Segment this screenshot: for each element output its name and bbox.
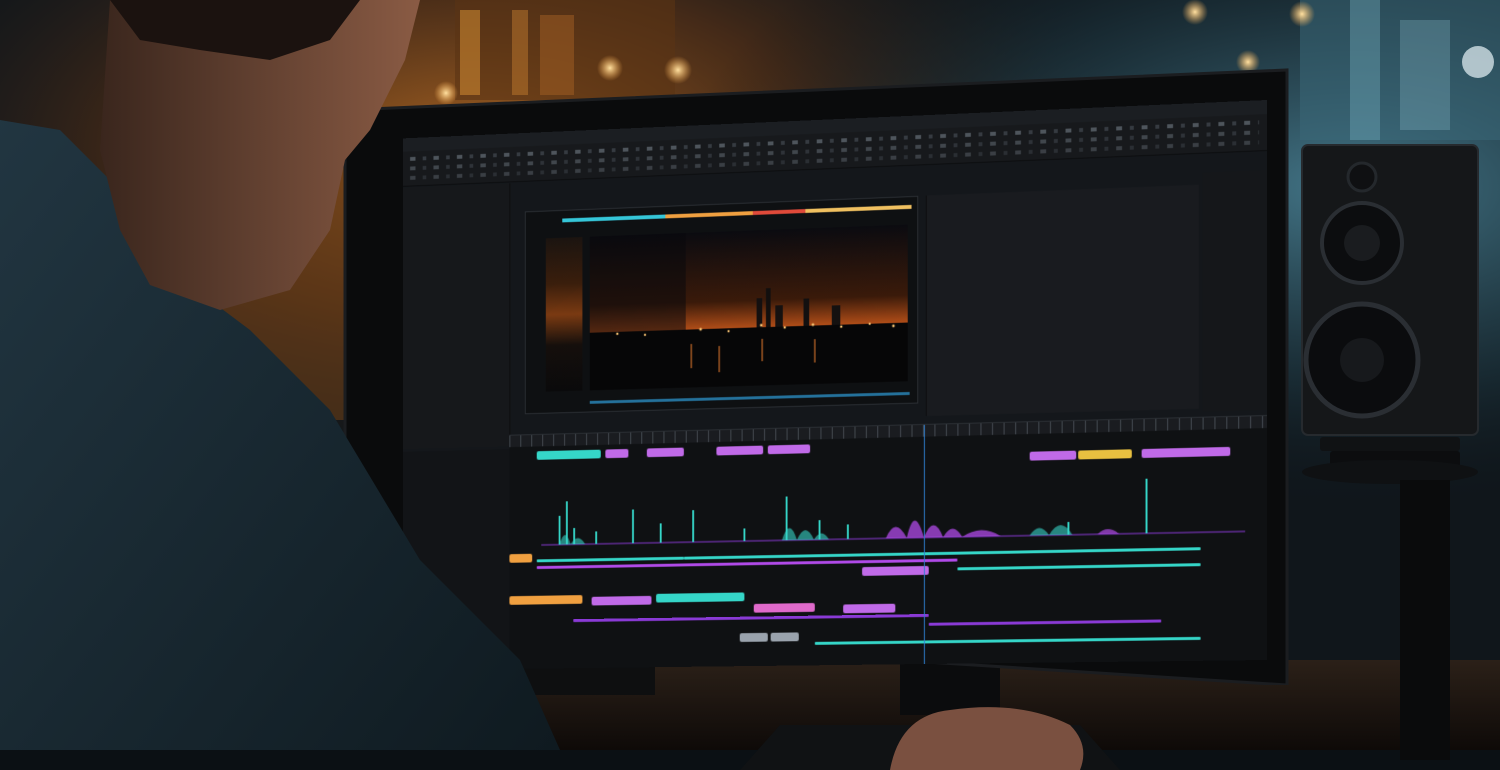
studio-speaker [1301, 144, 1479, 760]
hand [890, 707, 1084, 770]
timeline-clip [1029, 450, 1077, 461]
timeline-clip [843, 603, 896, 614]
timeline-clip [716, 445, 764, 456]
secondary-viewer-panel [925, 184, 1199, 417]
video-lane [814, 636, 1201, 645]
audio-lane [928, 619, 1162, 626]
timeline-clip [862, 565, 929, 576]
photo-scene [0, 0, 1500, 770]
inspector-panel [1202, 170, 1267, 412]
video-lane [957, 563, 1201, 571]
timeline-clip [767, 444, 811, 455]
video-lane [683, 547, 1201, 560]
timeline-clip [753, 602, 815, 613]
timeline-clip [739, 632, 768, 642]
timeline-playhead [923, 424, 925, 666]
timeline-clip [1078, 449, 1132, 460]
timeline-clip [770, 632, 799, 642]
person-silhouette [0, 0, 560, 750]
